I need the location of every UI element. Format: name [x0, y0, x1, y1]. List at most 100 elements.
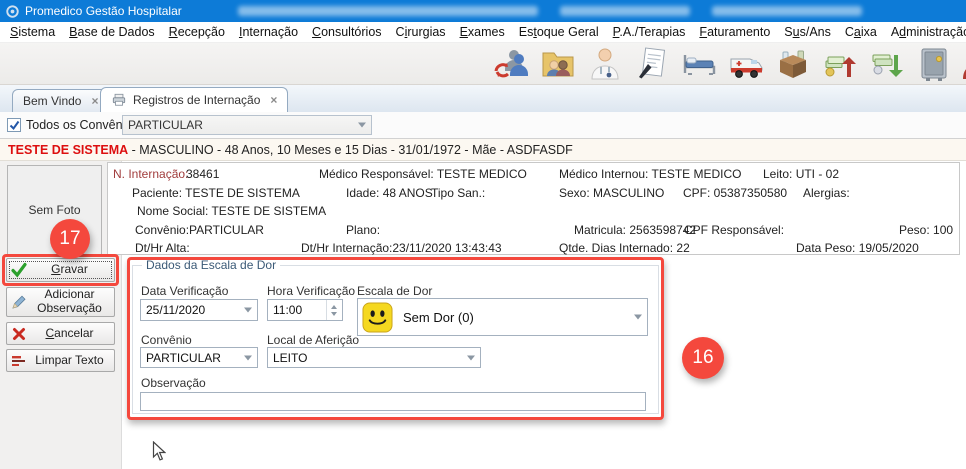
app-window: Promedico Gestão Hospitalar SistemaBase … — [0, 0, 966, 469]
hora-verificacao-spinner[interactable]: 11:00 — [267, 299, 343, 321]
menu-item-administracao[interactable]: Administração — [884, 22, 966, 43]
patient-info-field: Médico Internou: TESTE MEDICO — [559, 167, 742, 181]
patient-info-field: Convênio:PARTICULAR — [135, 223, 264, 237]
todos-convenios-checkbox[interactable] — [7, 118, 21, 132]
titlebar: Promedico Gestão Hospitalar — [0, 0, 966, 22]
redacted-text — [238, 6, 538, 16]
patient-info-field: Leito: UTI - 02 — [763, 167, 839, 181]
menu-item-exames[interactable]: Exames — [453, 22, 512, 43]
menu-item-cirurgias[interactable]: Cirurgias — [389, 22, 453, 43]
convenio-label: Convênio — [141, 333, 192, 347]
sync-users-icon[interactable] — [492, 45, 530, 83]
data-verificacao-value: 25/11/2020 — [146, 303, 205, 317]
menu-item-sistema[interactable]: Sistema — [3, 22, 62, 43]
mouse-cursor — [152, 441, 166, 462]
chevron-down-icon — [634, 315, 642, 320]
ambulance-icon[interactable] — [727, 45, 765, 83]
patient-banner-details: - MASCULINO - 48 Anos, 10 Meses e 15 Dia… — [128, 143, 573, 157]
limpar-texto-button[interactable]: Limpar Texto — [6, 349, 115, 372]
spin-down-icon — [331, 312, 337, 316]
menu-item-p-a-terapias[interactable]: P.A./Terapias — [606, 22, 693, 43]
clear-text-icon — [11, 353, 27, 369]
patient-info-field: Plano: — [346, 223, 380, 237]
spinner-buttons[interactable] — [326, 300, 341, 320]
local-afericao-combobox[interactable]: LEITO — [267, 347, 481, 368]
escala-dor-label: Escala de Dor — [357, 284, 432, 298]
stock-supplies-icon[interactable] — [774, 45, 812, 83]
hora-verificacao-value: 11:00 — [273, 303, 302, 317]
doctor-icon[interactable] — [586, 45, 624, 83]
tab-close-icon[interactable]: × — [270, 93, 277, 107]
data-verificacao-label: Data Verificação — [141, 284, 228, 298]
menu-item-recepcao[interactable]: Recepção — [162, 22, 232, 43]
escala-dor-combobox[interactable]: Sem Dor (0) — [357, 298, 648, 336]
printer-icon — [111, 93, 127, 107]
cancelar-button[interactable]: Cancelar — [6, 322, 115, 345]
tab-bem-vindo[interactable]: Bem Vindo × — [12, 89, 110, 112]
convenio-combobox[interactable]: PARTICULAR — [140, 347, 258, 368]
menu-item-base-de-dados[interactable]: Base de Dados — [62, 22, 161, 43]
check-icon — [11, 262, 27, 278]
annotation-step-16: 16 — [682, 337, 724, 379]
menu-item-estoque-geral[interactable]: Estoque Geral — [512, 22, 606, 43]
menu-item-faturamento[interactable]: Faturamento — [692, 22, 777, 43]
patient-info-field: Qtde. Dias Internado: 22 — [559, 241, 690, 255]
patient-info-field: Idade: 48 ANOS — [346, 186, 433, 200]
patient-info-field: Sexo: MASCULINO — [559, 186, 664, 200]
patient-info-field: Dt/Hr Internação:23/11/2020 13:43:43 — [301, 241, 502, 255]
chevron-down-icon — [467, 355, 475, 360]
menu-item-sus-ans[interactable]: Sus/Ans — [777, 22, 838, 43]
menu-item-internacao[interactable]: Internação — [232, 22, 305, 43]
local-afericao-label: Local de Aferição — [267, 333, 359, 347]
patient-info-field: Peso: 100 — [899, 223, 953, 237]
hora-verificacao-label: Hora Verificação — [267, 284, 355, 298]
app-icon — [5, 4, 20, 19]
patient-info-field: 38461 — [186, 167, 219, 181]
tab-close-icon[interactable]: × — [91, 94, 98, 108]
revenue-up-icon[interactable] — [821, 45, 859, 83]
contract-icon[interactable] — [633, 45, 671, 83]
toolbar — [0, 43, 966, 85]
tab-registros-de-internacao[interactable]: Registros de Internação × — [100, 87, 288, 112]
hospital-bed-icon[interactable] — [680, 45, 718, 83]
gravar-button[interactable]: Gravar — [6, 258, 115, 282]
tabstrip: Bem Vindo × Registros de Internação × — [0, 85, 966, 112]
menu-item-consultorios[interactable]: Consultórios — [305, 22, 388, 43]
patient-info-field: CPF Responsável: — [684, 223, 784, 237]
patients-folder-icon[interactable] — [539, 45, 577, 83]
button-label: Limpar Texto — [29, 354, 110, 368]
patient-info-field: Data Peso: 19/05/2020 — [796, 241, 919, 255]
window-title: Promedico Gestão Hospitalar — [25, 4, 182, 18]
safe-icon[interactable] — [915, 45, 953, 83]
convenio-filter-value: PARTICULAR — [128, 118, 203, 132]
convenio-value: PARTICULAR — [146, 351, 221, 365]
chevron-down-icon — [244, 355, 252, 360]
annotation-step-17: 17 — [50, 219, 90, 259]
redacted-text — [560, 6, 690, 16]
button-label: Cancelar — [29, 327, 110, 341]
patient-info-field: Dt/Hr Alta: — [135, 241, 190, 255]
patient-info-field: Nome Social: TESTE DE SISTEMA — [137, 204, 326, 218]
patient-info-field: Alergias: — [803, 186, 850, 200]
adicionar-observacao-button[interactable]: Adicionar Observação — [6, 287, 115, 317]
photo-placeholder-label: Sem Foto — [28, 203, 80, 217]
patient-info-field: Médico Responsável: TESTE MEDICO — [319, 167, 527, 181]
expense-down-icon[interactable] — [868, 45, 906, 83]
x-icon — [11, 326, 27, 342]
escala-dor-value: Sem Dor (0) — [403, 310, 474, 325]
pencil-icon — [11, 294, 27, 310]
smiley-icon — [362, 302, 393, 333]
filter-row: Todos os Convênios PARTICULAR — [0, 112, 966, 139]
chevron-down-icon — [358, 123, 366, 128]
patient-info-panel: N. Internação:38461Médico Responsável: T… — [107, 162, 960, 255]
convenio-filter-combobox[interactable]: PARTICULAR — [122, 115, 372, 135]
observacao-input[interactable] — [140, 392, 646, 411]
user-partial-icon[interactable] — [962, 45, 966, 83]
tab-label: Bem Vindo — [23, 94, 81, 108]
local-afericao-value: LEITO — [273, 351, 307, 365]
chevron-down-icon — [244, 308, 252, 313]
menubar: SistemaBase de DadosRecepçãoInternaçãoCo… — [0, 22, 966, 43]
tab-label: Registros de Internação — [133, 93, 260, 107]
menu-item-caixa[interactable]: Caixa — [838, 22, 884, 43]
data-verificacao-combobox[interactable]: 25/11/2020 — [140, 299, 258, 321]
